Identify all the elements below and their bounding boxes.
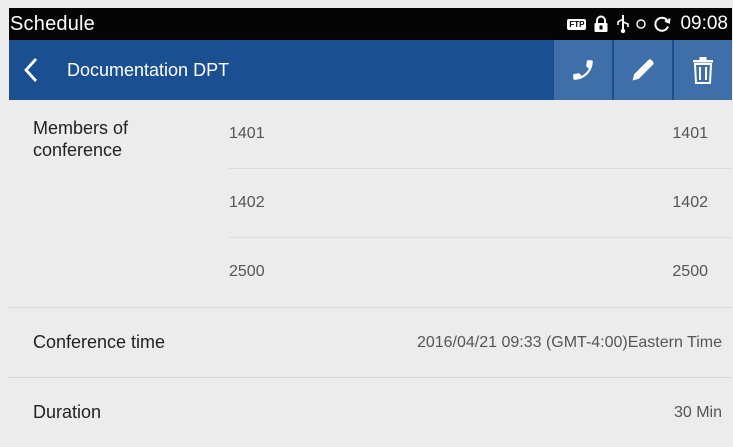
member-row[interactable]: 1402 1402 xyxy=(229,168,732,237)
status-icons: FTP 09:08 xyxy=(567,13,732,35)
member-number: 2500 xyxy=(229,263,265,280)
alarm-icon xyxy=(636,19,647,29)
member-number: 1401 xyxy=(229,125,265,142)
chevron-left-icon xyxy=(24,58,38,82)
usb-icon xyxy=(616,14,630,34)
back-button[interactable] xyxy=(9,40,53,100)
call-button[interactable] xyxy=(554,40,612,100)
clock: 09:08 xyxy=(680,13,728,34)
delete-button[interactable] xyxy=(672,40,732,100)
ftp-icon: FTP xyxy=(567,18,587,30)
schedule-details: Members of conference 1401 1401 1402 140… xyxy=(9,100,732,442)
page-title: Documentation DPT xyxy=(67,59,230,80)
conference-time-row: Conference time 2016/04/21 09:33 (GMT-4:… xyxy=(9,308,732,378)
member-display: 2500 xyxy=(672,263,708,280)
trash-icon xyxy=(693,57,713,84)
member-number: 1402 xyxy=(229,194,265,211)
member-row[interactable]: 1401 1401 xyxy=(229,100,732,168)
member-row[interactable]: 2500 2500 xyxy=(229,237,732,306)
conference-time-value: 2016/04/21 09:33 (GMT-4:00)Eastern Time xyxy=(416,333,722,351)
members-section: Members of conference 1401 1401 1402 140… xyxy=(9,100,732,308)
member-display: 1402 xyxy=(672,194,708,211)
conference-time-label: Conference time xyxy=(33,332,166,352)
action-bar: Documentation DPT xyxy=(9,40,732,100)
status-bar: Schedule FTP 09:08 xyxy=(9,8,732,40)
duration-row: Duration 30 Min xyxy=(9,378,732,447)
pencil-icon xyxy=(632,59,654,81)
sync-icon xyxy=(652,14,672,34)
phone-icon xyxy=(573,60,593,80)
lock-icon xyxy=(592,15,610,33)
duration-label: Duration xyxy=(33,402,102,422)
members-label: Members of conference xyxy=(33,118,129,160)
member-display: 1401 xyxy=(672,125,708,142)
status-bar-title: Schedule xyxy=(10,12,95,35)
duration-value: 30 Min xyxy=(673,403,722,421)
edit-button[interactable] xyxy=(612,40,672,100)
